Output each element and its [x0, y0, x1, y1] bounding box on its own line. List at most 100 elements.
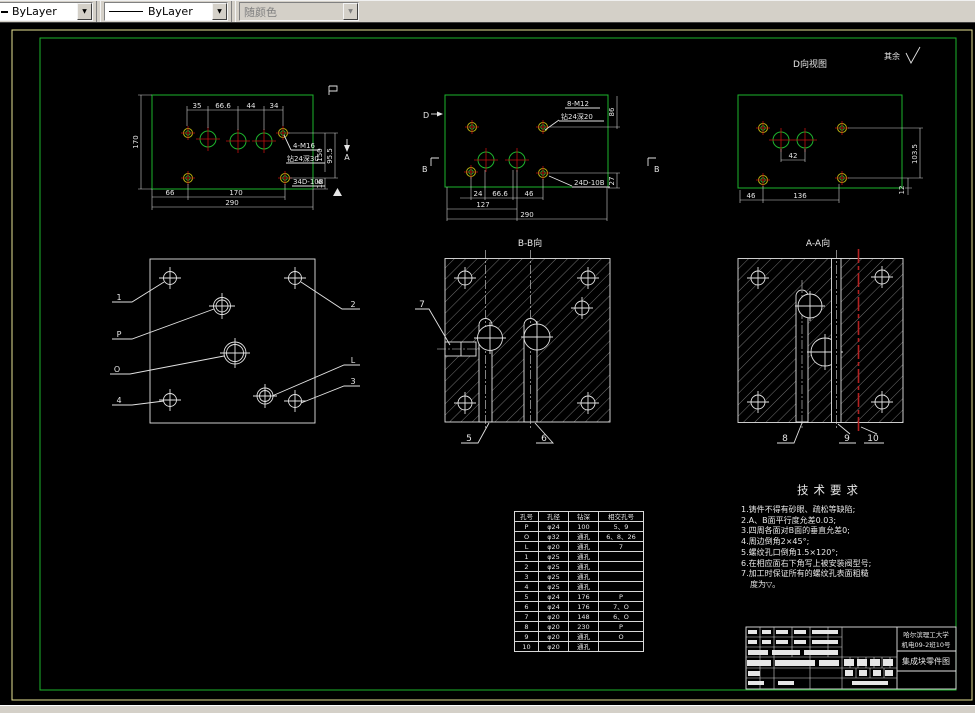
class-number: 机电09-2班10号	[901, 640, 951, 649]
tech-requirement-line: 2.A、B面平行度允差0.03;	[741, 515, 837, 525]
toolbar-separator	[96, 1, 101, 22]
table-header: 钻深	[568, 511, 599, 522]
linetype-combo-value: ByLayer	[148, 5, 193, 18]
hole-marker	[464, 120, 550, 180]
color-combo[interactable]: ByLayer	[0, 2, 93, 21]
drawing-canvas[interactable]: 35 66.6 44 34 170 66 170 290 150 95.5 16	[0, 24, 975, 705]
titleblock-text-blur	[747, 630, 893, 685]
toolbar-separator	[231, 1, 236, 22]
cad-application-window: ByLayer ByLayer 随颜色	[0, 0, 975, 713]
section-letter: D	[423, 111, 429, 120]
thread-note: 4-M16	[293, 142, 315, 150]
table-cell: 148	[568, 611, 599, 622]
table-header-row: 孔号 孔径 钻深 相交孔号	[514, 511, 644, 522]
color-swatch	[1, 10, 8, 13]
table-cell	[598, 571, 644, 582]
hole-note: 24D-10B	[574, 179, 605, 187]
port-label: 2	[350, 300, 355, 309]
table-cell: 230	[568, 621, 599, 632]
table-cell: φ24	[538, 601, 569, 612]
color-combo-value: ByLayer	[12, 5, 57, 18]
table-cell	[598, 581, 644, 592]
table-cell: φ25	[538, 551, 569, 562]
callout-label: 8	[782, 434, 788, 444]
table-cell: 通孔	[568, 531, 599, 542]
table-cell: φ20	[538, 631, 569, 642]
drill-note: 钻24深20	[561, 112, 593, 121]
table-cell: 7	[514, 611, 539, 622]
drawing-title: 集成块零件图	[902, 656, 950, 666]
table-cell: φ24	[538, 591, 569, 602]
linetype-line-icon	[109, 11, 143, 12]
hole-marker	[181, 126, 292, 185]
table-row: 8 φ20 230 P	[514, 621, 644, 632]
tech-requirements: 技术要求 1.铸件不得有砂眼、疏松等缺陷; 2.A、B面平行度允差0.03; 3.四…	[741, 482, 967, 591]
table-row: 6 φ24 176 7、O	[514, 601, 644, 612]
tech-requirements-title: 技术要求	[797, 483, 863, 497]
dimension-text: 42	[789, 152, 798, 160]
thread-note: 8-M12	[567, 100, 589, 108]
table-cell: 1	[514, 551, 539, 562]
dimension-text: 34	[270, 102, 279, 110]
dimension-text: 103.5	[911, 144, 919, 164]
table-row: Pφ24 100 5、9	[514, 521, 644, 532]
section-title: A-A向	[806, 237, 830, 249]
dimension-text: 66	[166, 189, 175, 197]
callout-label: 5	[466, 434, 472, 444]
properties-toolbar: ByLayer ByLayer 随颜色	[0, 0, 975, 23]
tech-requirement-line: 7.加工时保证所有的螺纹孔表面粗糙	[741, 569, 869, 579]
table-header: 相交孔号	[598, 511, 644, 522]
table-cell: φ25	[538, 581, 569, 592]
linetype-combo[interactable]: ByLayer	[104, 2, 228, 21]
hole-marker	[756, 121, 849, 187]
tech-requirement-line: 1.铸件不得有砂眼、疏松等缺陷;	[741, 505, 856, 514]
table-row: 9 φ20 通孔 O	[514, 631, 644, 642]
port-label: 4	[116, 396, 121, 405]
table-cell: 3	[514, 571, 539, 582]
table-cell: 8	[514, 621, 539, 632]
table-cell	[598, 641, 644, 652]
table-row: Oφ32 通孔 6、8、26	[514, 531, 644, 542]
port-label: 3	[350, 377, 355, 386]
table-row: 3 φ25 通孔	[514, 571, 644, 582]
table-cell: 6	[514, 601, 539, 612]
table-cell: 通孔	[568, 581, 599, 592]
table-cell: 176	[568, 601, 599, 612]
chevron-down-icon[interactable]	[77, 3, 92, 20]
table-cell: 通孔	[568, 561, 599, 572]
table-cell: φ20	[538, 611, 569, 622]
table-header: 孔径	[538, 511, 569, 522]
table-cell	[598, 561, 644, 572]
table-row: 5 φ24 176 P	[514, 591, 644, 602]
view-title: D向视图	[793, 58, 827, 70]
table-row: 10 φ20 通孔	[514, 641, 644, 652]
table-cell: φ20	[538, 541, 569, 552]
title-block: 哈尔滨理工大学 机电09-2班10号 集成块零件图	[745, 626, 957, 690]
lineweight-combo: 随颜色	[239, 2, 359, 21]
port-label: L	[351, 356, 356, 365]
chevron-down-icon[interactable]	[212, 3, 227, 20]
dimension-text: 35	[193, 102, 202, 110]
table-cell: 通孔	[568, 571, 599, 582]
port-label: 1	[116, 293, 121, 302]
table-cell: O	[598, 631, 644, 642]
table-row: 4 φ25 通孔	[514, 581, 644, 592]
hole-table-body: Pφ24 100 5、9 Oφ32 通孔 6、8、26 Lφ20 通孔 7 1 φ25 通孔 2 φ25 通…	[514, 521, 644, 652]
hole-note: 34D-10B	[293, 178, 324, 186]
section-letter: B	[654, 165, 660, 174]
lineweight-combo-value: 随颜色	[244, 5, 277, 19]
table-cell: 6、8、26	[598, 531, 644, 542]
table-cell: φ20	[538, 641, 569, 652]
dimension-text: 290	[520, 211, 533, 219]
table-cell: 通孔	[568, 631, 599, 642]
dimension-text: 66.6	[492, 190, 508, 198]
table-cell: 7	[598, 541, 644, 552]
dimension-text: 136	[793, 192, 807, 200]
section-letter: B	[422, 165, 428, 174]
table-cell: 9	[514, 631, 539, 642]
drawing-svg: 35 66.6 44 34 170 66 170 290 150 95.5 16	[11, 29, 973, 701]
dimension-text: 95.5	[326, 148, 334, 164]
dimension-text: 170	[132, 135, 140, 148]
status-bar	[0, 705, 975, 713]
table-cell: 2	[514, 561, 539, 572]
